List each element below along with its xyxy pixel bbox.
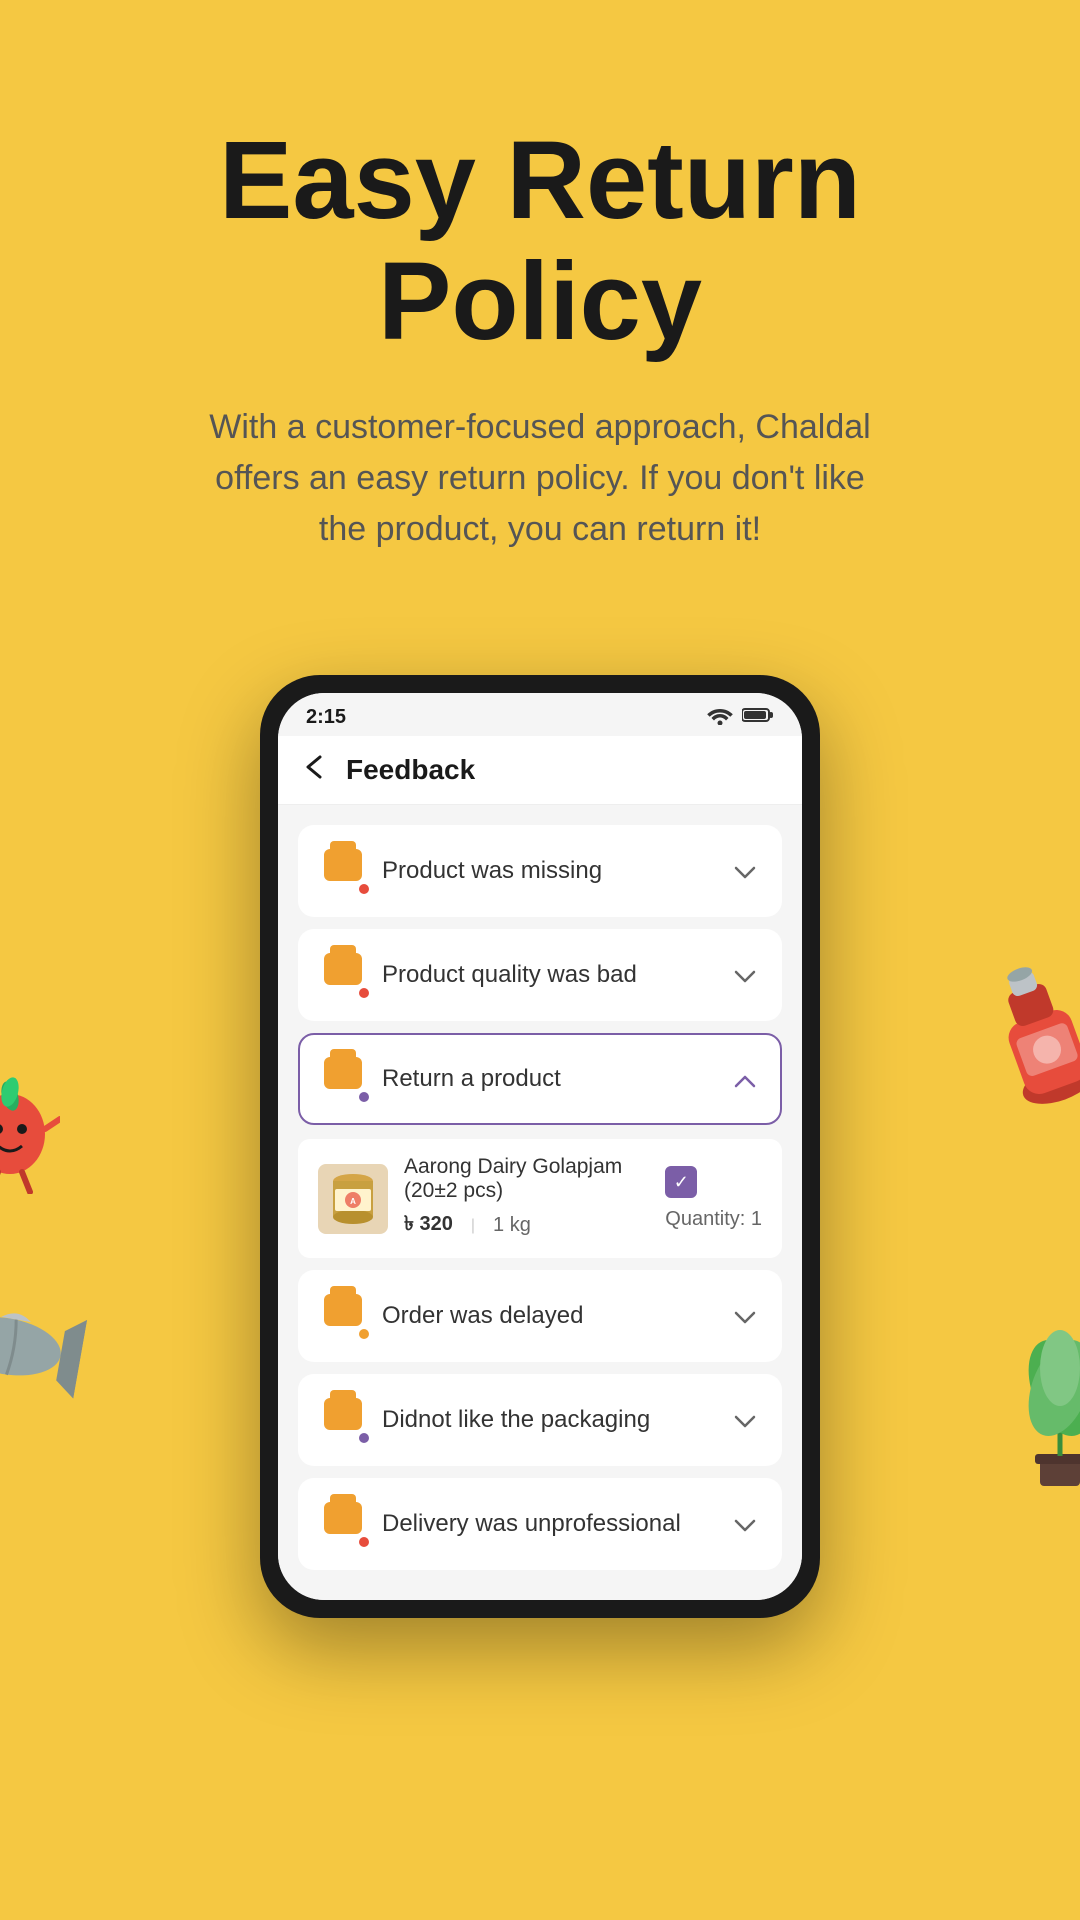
icon-box <box>324 849 362 881</box>
chevron-down-icon <box>734 856 756 887</box>
feedback-icon-delayed <box>324 1294 368 1338</box>
back-button[interactable] <box>302 754 330 786</box>
product-return-row[interactable]: A Aarong Dairy Golapjam (20±2 pcs) ৳ 320… <box>298 1139 782 1258</box>
status-bar: 2:15 <box>278 693 802 736</box>
battery-icon <box>742 707 774 728</box>
feedback-item-missing[interactable]: Product was missing <box>298 825 782 917</box>
product-quantity: Quantity: 1 <box>665 1208 762 1231</box>
feedback-item-left: Delivery was unprofessional <box>324 1502 681 1546</box>
product-details: Aarong Dairy Golapjam (20±2 pcs) ৳ 320 |… <box>404 1155 649 1242</box>
feedback-item-left: Didnot like the packaging <box>324 1398 650 1442</box>
icon-dot-red <box>357 882 371 896</box>
feedback-label-missing: Product was missing <box>382 857 602 885</box>
icon-dot-red <box>357 1535 371 1549</box>
product-meta: ৳ 320 | 1 kg <box>404 1209 649 1242</box>
plant-decoration <box>1010 1328 1080 1518</box>
feedback-label-return: Return a product <box>382 1065 561 1093</box>
status-icons <box>706 705 774 730</box>
icon-dot-red <box>357 986 371 1000</box>
icon-dot-purple <box>357 1431 371 1445</box>
hero-title: Easy ReturnPolicy <box>80 120 1000 362</box>
phone-mockup: 2:15 <box>0 675 1080 1618</box>
phone-frame: 2:15 <box>260 675 820 1618</box>
product-image: A <box>318 1164 388 1234</box>
wifi-icon <box>706 705 734 730</box>
feedback-item-delivery[interactable]: Delivery was unprofessional <box>298 1478 782 1570</box>
separator: | <box>471 1217 475 1235</box>
feedback-label-delayed: Order was delayed <box>382 1302 583 1330</box>
icon-box <box>324 1398 362 1430</box>
icon-box <box>324 1057 362 1089</box>
feedback-label-delivery: Delivery was unprofessional <box>382 1510 681 1538</box>
feedback-icon-missing <box>324 849 368 893</box>
feedback-list: Product was missing <box>278 805 802 1600</box>
chevron-down-icon <box>734 1405 756 1436</box>
feedback-icon-packaging <box>324 1398 368 1442</box>
feedback-item-left: Return a product <box>324 1057 561 1101</box>
hero-section: Easy ReturnPolicy With a customer-focuse… <box>0 0 1080 615</box>
feedback-icon-quality <box>324 953 368 997</box>
feedback-label-quality: Product quality was bad <box>382 961 637 989</box>
ketchup-decoration <box>963 942 1080 1147</box>
chevron-down-icon <box>734 960 756 991</box>
fish-decoration <box>0 1280 90 1429</box>
feedback-item-return[interactable]: Return a product <box>298 1033 782 1125</box>
icon-box <box>324 953 362 985</box>
product-name: Aarong Dairy Golapjam (20±2 pcs) <box>404 1155 649 1203</box>
feedback-item-packaging[interactable]: Didnot like the packaging <box>298 1374 782 1466</box>
feedback-label-packaging: Didnot like the packaging <box>382 1406 650 1434</box>
feedback-title: Feedback <box>346 754 475 786</box>
feedback-item-quality[interactable]: Product quality was bad <box>298 929 782 1021</box>
feedback-item-left: Product quality was bad <box>324 953 637 997</box>
icon-dot-orange <box>357 1327 371 1341</box>
feedback-item-delayed[interactable]: Order was delayed <box>298 1270 782 1362</box>
feedback-icon-delivery <box>324 1502 368 1546</box>
svg-text:A: A <box>350 1197 356 1206</box>
hero-subtitle: With a customer-focused approach, Chalda… <box>190 402 890 555</box>
chevron-down-icon <box>734 1509 756 1540</box>
chevron-down-icon <box>734 1301 756 1332</box>
feedback-item-left: Product was missing <box>324 849 602 893</box>
product-checkbox[interactable]: ✓ <box>665 1166 697 1198</box>
icon-dot-purple <box>357 1090 371 1104</box>
feedback-item-left: Order was delayed <box>324 1294 583 1338</box>
feedback-icon-return <box>324 1057 368 1101</box>
product-price: ৳ 320 <box>404 1209 453 1242</box>
tomato-person-decoration <box>0 1064 60 1218</box>
phone-screen: 2:15 <box>278 693 802 1600</box>
chevron-up-icon <box>734 1064 756 1095</box>
product-weight: 1 kg <box>493 1214 531 1237</box>
icon-box <box>324 1294 362 1326</box>
app-header: Feedback <box>278 736 802 805</box>
status-time: 2:15 <box>306 706 346 729</box>
icon-box <box>324 1502 362 1534</box>
